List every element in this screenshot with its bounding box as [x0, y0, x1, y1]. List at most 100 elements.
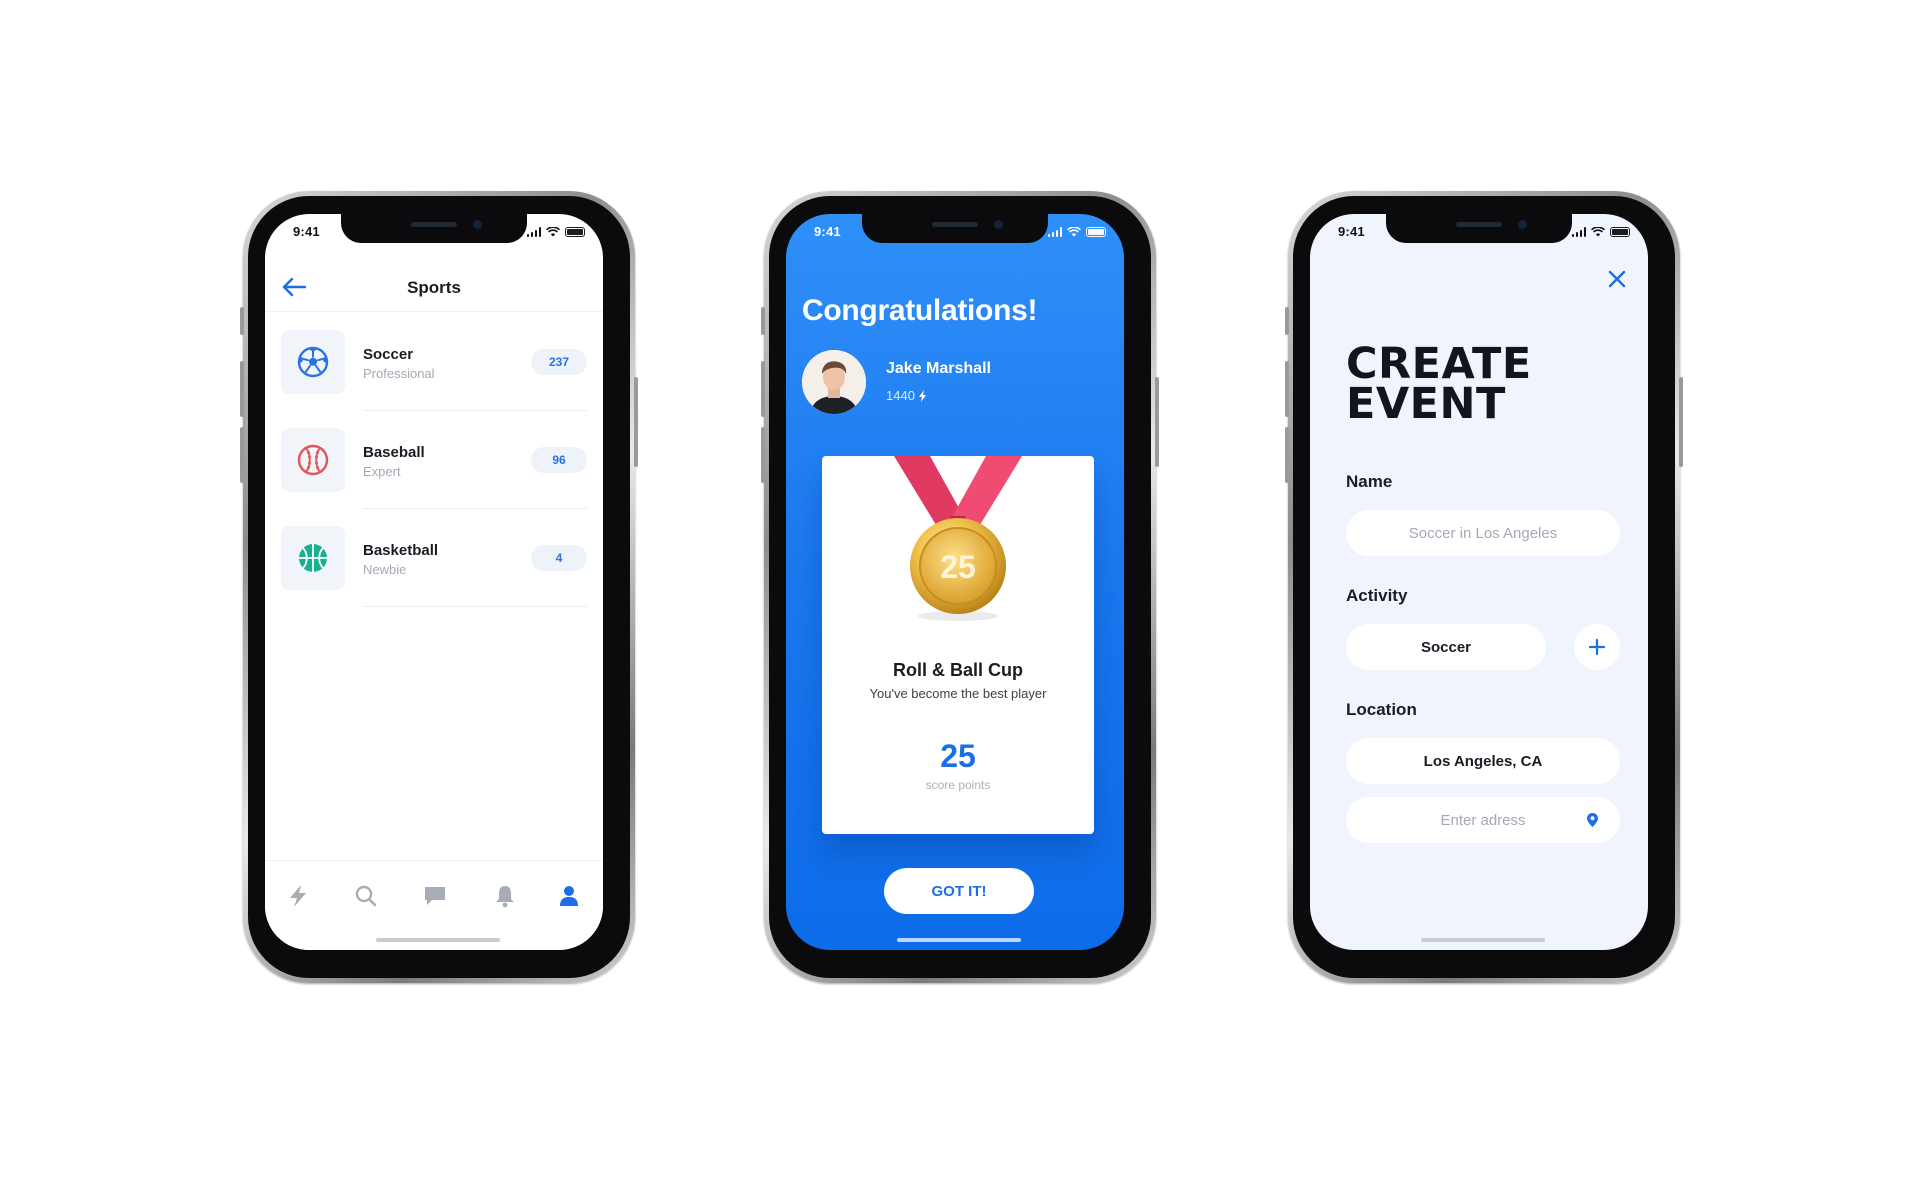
score-label: score points [925, 778, 991, 792]
name-label: Name [1346, 472, 1393, 491]
sport-name: Soccer [363, 346, 414, 363]
divider [363, 606, 587, 607]
location-select[interactable]: Los Angeles, CA [1346, 738, 1620, 784]
profile-icon [560, 886, 578, 906]
sport-name: Baseball [363, 444, 425, 461]
avatar[interactable] [802, 350, 866, 414]
sport-level: Newbie [363, 562, 407, 577]
power-button [1155, 377, 1159, 467]
add-activity-button[interactable] [1574, 624, 1620, 670]
award-subtitle: You've become the best player [869, 686, 1047, 701]
battery-icon [565, 227, 585, 237]
tab-bar [265, 860, 603, 950]
tab-profile[interactable] [554, 881, 584, 911]
user-points: 1440 [886, 388, 927, 403]
got-it-button[interactable]: GOT IT! [884, 868, 1034, 914]
bell-icon [496, 886, 514, 908]
sport-tile [281, 526, 345, 590]
user-avatar-image [802, 350, 866, 414]
status-time: 9:41 [293, 224, 320, 239]
name-field[interactable] [1346, 510, 1620, 556]
title-line-2: EVENT [1346, 379, 1506, 429]
sport-name: Basketball [363, 542, 439, 559]
sports-header: Sports [265, 264, 603, 312]
signal-icon [526, 227, 541, 237]
address-input[interactable] [1346, 811, 1620, 829]
sport-count-badge: 4 [531, 545, 587, 571]
sport-row-soccer[interactable]: Soccer Professional 237 [281, 313, 587, 411]
battery-icon [1086, 227, 1106, 237]
volume-down-button [761, 427, 765, 483]
chat-icon [425, 887, 445, 905]
sport-count-badge: 96 [531, 447, 587, 473]
activity-label: Activity [1346, 586, 1408, 605]
award-card: 25 Roll & Ball Cup You've become the bes… [822, 456, 1094, 834]
lightning-icon [918, 389, 926, 402]
page-title: Sports [407, 278, 461, 297]
title-line-1: CREATE [1346, 339, 1532, 389]
baseball-icon [297, 444, 329, 476]
activity-select[interactable]: Soccer [1346, 624, 1546, 670]
medal-icon: 25 [894, 456, 1022, 621]
volume-down-button [240, 427, 244, 483]
search-icon [355, 885, 377, 907]
name-input[interactable] [1346, 524, 1620, 542]
tab-search[interactable] [351, 881, 381, 911]
congrats-title: Congratulations! [802, 294, 1038, 327]
tab-activity[interactable] [283, 881, 313, 911]
wifi-icon [1591, 227, 1605, 237]
volume-down-button [1285, 427, 1289, 483]
status-bar: 9:41 [786, 224, 1124, 244]
sport-row-baseball[interactable]: Baseball Expert 96 [281, 411, 587, 509]
sport-count-badge: 237 [531, 349, 587, 375]
status-bar: 9:41 [1310, 224, 1648, 244]
wifi-icon [1067, 227, 1081, 237]
power-button [1679, 377, 1683, 467]
home-indicator [1421, 938, 1545, 942]
volume-up-button [1285, 361, 1289, 417]
address-field[interactable] [1346, 797, 1620, 843]
signal-icon [1047, 227, 1062, 237]
tab-messages[interactable] [420, 881, 450, 911]
location-label: Location [1346, 700, 1417, 719]
create-event-screen: 9:41 CREATE EVENT Name Activity Soccer L… [1310, 214, 1648, 950]
award-title: Roll & Ball Cup [893, 660, 1023, 680]
mute-switch [761, 307, 765, 335]
volume-up-button [240, 361, 244, 417]
phone-create-event: 9:41 CREATE EVENT Name Activity Soccer L… [1285, 191, 1683, 983]
plus-icon [1589, 639, 1605, 655]
phone-congrats: 9:41 Congratulations! Jake Marshall 1440 [761, 191, 1159, 983]
sport-row-basketball[interactable]: Basketball Newbie 4 [281, 509, 587, 607]
sport-tile [281, 330, 345, 394]
battery-icon [1610, 227, 1630, 237]
wifi-icon [546, 227, 560, 237]
basketball-icon [299, 544, 327, 572]
medal-number: 25 [940, 549, 976, 585]
home-indicator [897, 938, 1021, 942]
sport-level: Expert [363, 464, 401, 479]
sport-level: Professional [363, 366, 435, 381]
user-points-value: 1440 [886, 388, 915, 403]
sports-screen: 9:41 Sports Soccer Professional 237 Base… [265, 214, 603, 950]
mute-switch [240, 307, 244, 335]
power-button [634, 377, 638, 467]
status-bar: 9:41 [265, 224, 603, 244]
sport-tile [281, 428, 345, 492]
phone-sports: 9:41 Sports Soccer Professional 237 Base… [240, 191, 638, 983]
close-button[interactable] [1604, 266, 1630, 292]
user-name: Jake Marshall [886, 360, 991, 377]
mute-switch [1285, 307, 1289, 335]
page-title: CREATE EVENT [1346, 339, 1532, 429]
congrats-screen: 9:41 Congratulations! Jake Marshall 1440 [786, 214, 1124, 950]
soccer-ball-icon [297, 346, 329, 378]
score-value: 25 [940, 738, 976, 774]
tab-notifications[interactable] [490, 881, 520, 911]
status-time: 9:41 [1338, 224, 1365, 239]
volume-up-button [761, 361, 765, 417]
lightning-icon [290, 885, 306, 907]
location-pin-icon[interactable] [1587, 813, 1598, 827]
status-time: 9:41 [814, 224, 841, 239]
signal-icon [1571, 227, 1586, 237]
close-icon [1608, 270, 1626, 288]
home-indicator [376, 938, 500, 942]
